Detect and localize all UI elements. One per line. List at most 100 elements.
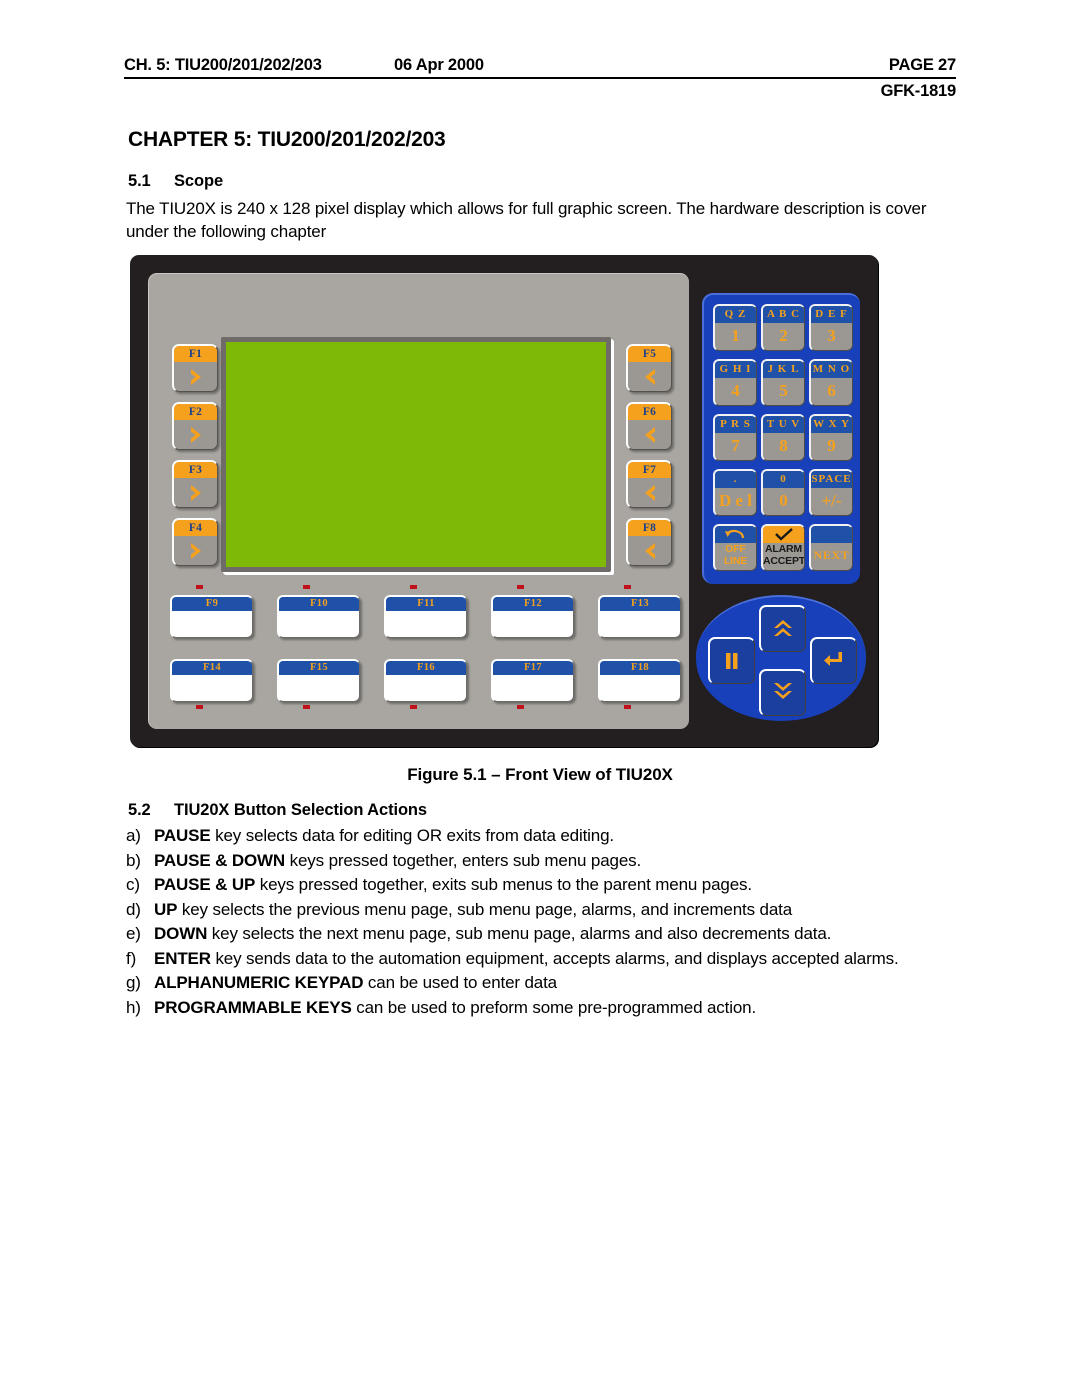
header-date: 06 Apr 2000 — [394, 56, 484, 74]
chevron-left-icon — [628, 478, 671, 507]
fkey-f6[interactable]: F6 — [626, 402, 672, 450]
keypad-key-5[interactable]: J K L 5 — [761, 359, 805, 406]
fkey-f5[interactable]: F5 — [626, 344, 672, 392]
keypad-key-1[interactable]: Q Z 1 — [713, 304, 757, 351]
offline-arrow-icon — [715, 526, 756, 543]
action-item-key-name: DOWN — [154, 924, 208, 943]
pkey-f13-label: F13 — [600, 597, 680, 611]
led-f17 — [517, 705, 524, 709]
nav-key-down[interactable] — [759, 669, 806, 716]
led-f14 — [196, 705, 203, 709]
alarm-line2: ACCEPT — [763, 554, 805, 567]
keypad-key-del[interactable]: . D e l — [713, 469, 757, 516]
fkey-f2[interactable]: F2 — [172, 402, 218, 450]
keypad-key-2[interactable]: A B C 2 — [761, 304, 805, 351]
keypad-key-6-digit: 6 — [827, 381, 836, 400]
document-page: CH. 5: TIU200/201/202/203 06 Apr 2000 PA… — [0, 0, 1080, 1397]
keypad-key-next[interactable]: NEXT — [809, 524, 853, 571]
pkey-f13[interactable]: F13 — [598, 595, 681, 638]
keypad-key-offline[interactable]: OFF LINE — [713, 524, 757, 571]
fkey-f1[interactable]: F1 — [172, 344, 218, 392]
keypad-key-1-letters: Q Z — [715, 306, 756, 323]
nav-key-pause[interactable] — [708, 637, 755, 684]
action-item-key-name: ENTER — [154, 948, 211, 968]
led-f13 — [624, 585, 631, 589]
led-f10 — [303, 585, 310, 589]
section-title-button-actions: TIU20X Button Selection Actions — [174, 801, 427, 819]
header-divider — [124, 77, 956, 79]
alarm-line1: ALARM — [765, 543, 802, 555]
keypad-key-8-letters: T U V — [763, 416, 804, 433]
pkey-f14-label: F14 — [172, 661, 252, 675]
action-list-item: f) ENTER key sends data to the automation… — [126, 947, 986, 972]
action-item-text: PROGRAMMABLE KEYS can be used to preform… — [154, 997, 757, 1017]
pkey-f15-label: F15 — [279, 661, 359, 675]
keypad-key-8[interactable]: T U V 8 — [761, 414, 805, 461]
keypad-key-space[interactable]: SPACE +/- — [809, 469, 853, 516]
pkey-f18[interactable]: F18 — [598, 659, 681, 702]
keypad-key-0-top: 0 — [763, 471, 804, 488]
section-heading-scope: 5.1 Scope — [128, 172, 223, 191]
chevron-left-icon — [628, 536, 671, 565]
keypad-key-3[interactable]: D E F 3 — [809, 304, 853, 351]
checkmark-icon — [763, 526, 804, 543]
keypad-key-0[interactable]: 0 0 — [761, 469, 805, 516]
pkey-f10[interactable]: F10 — [277, 595, 360, 638]
button-actions-list: a) PAUSE key selects data for editing OR … — [126, 824, 986, 1020]
pkey-f14[interactable]: F14 — [170, 659, 253, 702]
action-list-item: e) DOWN key selects the next menu page, s… — [126, 922, 986, 947]
fkey-f3[interactable]: F3 — [172, 460, 218, 508]
scope-paragraph: The TIU20X is 240 x 128 pixel display wh… — [126, 199, 927, 241]
fkey-f8-label: F8 — [628, 520, 671, 536]
keypad-key-5-digit: 5 — [779, 381, 788, 400]
chevron-left-icon — [628, 362, 671, 391]
keypad-key-5-letters: J K L — [763, 361, 804, 378]
header-doc-id: GFK-1819 — [880, 82, 957, 100]
keypad-key-4[interactable]: G H I 4 — [713, 359, 757, 406]
keypad-key-4-digit: 4 — [731, 381, 740, 400]
action-item-key-name: PAUSE — [154, 826, 211, 845]
led-f18 — [624, 705, 631, 709]
led-f11 — [410, 585, 417, 589]
keypad-key-6-letters: M N O — [811, 361, 852, 378]
pkey-f12[interactable]: F12 — [491, 595, 574, 638]
action-item-text: UP key selects the previous menu page, s… — [154, 899, 792, 919]
section-number-scope: 5.1 — [128, 172, 151, 190]
fkey-f7-label: F7 — [628, 462, 671, 478]
action-item-text: DOWN key selects the next menu page, sub… — [154, 924, 832, 943]
section-heading-button-actions: 5.2 TIU20X Button Selection Actions — [128, 801, 427, 820]
keypad-key-alarm-accept[interactable]: ALARM ACCEPT — [761, 524, 805, 571]
chevron-right-icon — [174, 536, 217, 565]
double-chevron-down-icon — [771, 681, 795, 705]
keypad-key-6[interactable]: M N O 6 — [809, 359, 853, 406]
pkey-f9[interactable]: F9 — [170, 595, 253, 638]
action-item-marker: e) — [126, 924, 141, 943]
pkey-f17[interactable]: F17 — [491, 659, 574, 702]
double-chevron-up-icon — [771, 617, 795, 641]
fkey-f8[interactable]: F8 — [626, 518, 672, 566]
pkey-f16[interactable]: F16 — [384, 659, 467, 702]
keypad-key-9[interactable]: W X Y 9 — [809, 414, 853, 461]
fkey-f3-label: F3 — [174, 462, 217, 478]
pkey-f15[interactable]: F15 — [277, 659, 360, 702]
nav-key-up[interactable] — [759, 605, 806, 652]
tiu20x-device-figure: F1 F2 F3 F4 F5 F6 F7 F8 F9 F10 F11 F12 F… — [130, 255, 878, 747]
device-front-panel: F1 F2 F3 F4 F5 F6 F7 F8 F9 F10 F11 F12 F… — [148, 273, 689, 729]
keypad-key-7[interactable]: P R S 7 — [713, 414, 757, 461]
pkey-f11[interactable]: F11 — [384, 595, 467, 638]
lcd-bezel — [221, 337, 611, 572]
keypad-key-offline-label: OFF LINE — [715, 543, 756, 569]
fkey-f7[interactable]: F7 — [626, 460, 672, 508]
nav-key-enter[interactable] — [810, 637, 857, 684]
action-list-item: h) PROGRAMMABLE KEYS can be used to prefo… — [126, 996, 986, 1021]
navigation-pad — [696, 595, 866, 721]
chevron-right-icon — [174, 478, 217, 507]
fkey-f4[interactable]: F4 — [172, 518, 218, 566]
action-item-key-name: ALPHANUMERIC KEYPAD — [154, 973, 364, 992]
keypad-key-8-digit: 8 — [779, 436, 788, 455]
pkey-f16-label: F16 — [386, 661, 466, 675]
action-item-marker: g) — [126, 973, 141, 992]
offline-line1: OFF — [725, 543, 746, 555]
running-header: CH. 5: TIU200/201/202/203 06 Apr 2000 PA… — [124, 56, 956, 101]
keypad-key-4-letters: G H I — [715, 361, 756, 378]
